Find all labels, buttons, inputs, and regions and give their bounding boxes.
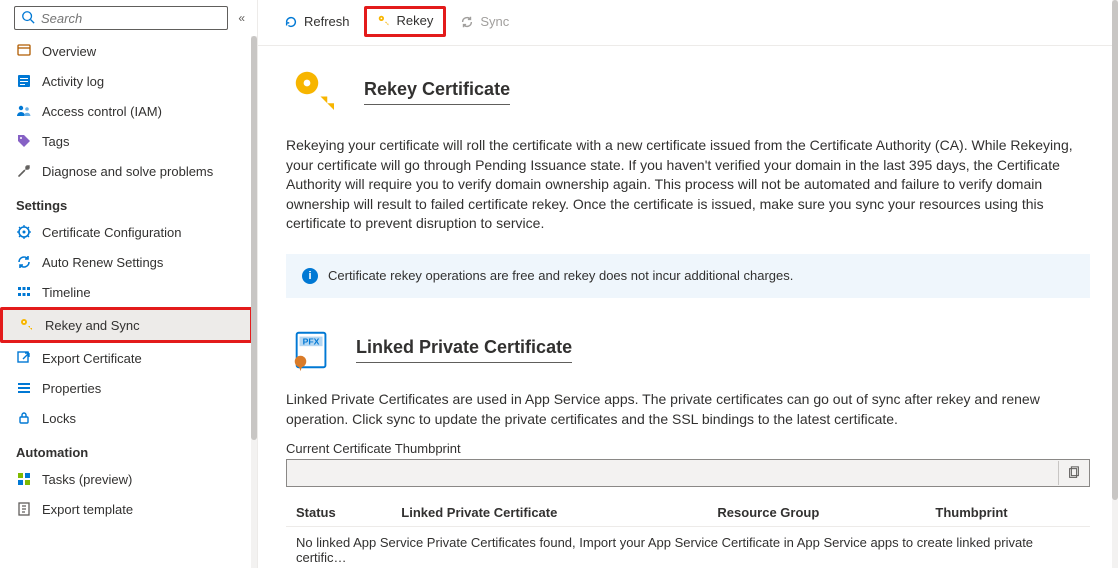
sidebar-item-timeline[interactable]: Timeline [0,277,253,307]
linked-cert-table: Status Linked Private Certificate Resour… [286,499,1090,568]
sidebar-section-settings: Settings [0,186,253,217]
sidebar-item-label: Auto Renew Settings [42,255,163,270]
diagnose-icon [16,163,32,179]
rekey-title: Rekey Certificate [364,79,510,105]
locks-icon [16,410,32,426]
sidebar: « Overview Activity log Access control (… [0,0,258,568]
key-icon [19,317,35,333]
toolbar: Refresh Rekey Sync [258,0,1118,46]
sidebar-item-auto-renew[interactable]: Auto Renew Settings [0,247,253,277]
sidebar-item-overview[interactable]: Overview [0,36,253,66]
pfx-badge-icon: PFX [286,324,338,376]
sidebar-item-label: Tasks (preview) [42,472,132,487]
activity-log-icon [16,73,32,89]
rekey-info-text: Certificate rekey operations are free an… [328,268,793,283]
rekey-section: Rekey Certificate Rekeying your certific… [286,62,1090,298]
sync-label: Sync [480,14,509,29]
sidebar-item-label: Diagnose and solve problems [42,164,213,179]
search-icon [21,10,35,27]
empty-state-text: No linked App Service Private Certificat… [286,527,1090,568]
sidebar-item-label: Tags [42,134,69,149]
rekey-button[interactable]: Rekey [364,6,447,37]
copy-thumbprint-button[interactable] [1058,461,1088,485]
sidebar-item-label: Overview [42,44,96,59]
export-icon [16,350,32,366]
refresh-label: Refresh [304,14,350,29]
sidebar-scrollbar[interactable] [251,36,257,568]
rekey-label: Rekey [397,13,434,28]
refresh-button[interactable]: Refresh [274,10,360,33]
overview-icon [16,43,32,59]
timeline-icon [16,284,32,300]
sidebar-item-label: Properties [42,381,101,396]
search-input[interactable] [41,11,221,26]
linked-title: Linked Private Certificate [356,337,572,363]
sidebar-item-label: Export Certificate [42,351,142,366]
cert-config-icon [16,224,32,240]
sidebar-item-label: Access control (IAM) [42,104,162,119]
export-template-icon [16,501,32,517]
access-control-icon [16,103,32,119]
thumbprint-field [286,459,1090,487]
sidebar-item-label: Certificate Configuration [42,225,181,240]
rekey-description: Rekeying your certificate will roll the … [286,136,1090,234]
sidebar-item-label: Export template [42,502,133,517]
sidebar-item-access-control[interactable]: Access control (IAM) [0,96,253,126]
key-icon [377,14,391,28]
linked-description: Linked Private Certificates are used in … [286,390,1090,429]
sidebar-item-export-template[interactable]: Export template [0,494,253,524]
sidebar-item-properties[interactable]: Properties [0,373,253,403]
properties-icon [16,380,32,396]
sidebar-item-label: Timeline [42,285,91,300]
col-resource-group: Resource Group [707,499,925,527]
col-linked-cert: Linked Private Certificate [391,499,707,527]
sidebar-section-automation: Automation [0,433,253,464]
key-large-icon [286,62,346,122]
sync-icon [460,15,474,29]
table-row: No linked App Service Private Certificat… [286,527,1090,568]
sidebar-item-export-certificate[interactable]: Export Certificate [0,343,253,373]
info-icon: i [302,268,318,284]
tags-icon [16,133,32,149]
sidebar-item-tasks[interactable]: Tasks (preview) [0,464,253,494]
sidebar-item-label: Activity log [42,74,104,89]
tasks-icon [16,471,32,487]
col-thumbprint: Thumbprint [925,499,1090,527]
linked-private-cert-section: PFX Linked Private Certificate Linked Pr… [286,324,1090,568]
thumbprint-label: Current Certificate Thumbprint [286,441,1090,456]
sidebar-item-label: Rekey and Sync [45,318,140,333]
search-box[interactable] [14,6,228,30]
sidebar-item-activity-log[interactable]: Activity log [0,66,253,96]
svg-text:PFX: PFX [303,336,320,346]
sidebar-item-cert-config[interactable]: Certificate Configuration [0,217,253,247]
main-scrollbar[interactable] [1112,0,1118,568]
refresh-icon [284,15,298,29]
sidebar-item-locks[interactable]: Locks [0,403,253,433]
sidebar-item-label: Locks [42,411,76,426]
sidebar-item-tags[interactable]: Tags [0,126,253,156]
auto-renew-icon [16,254,32,270]
collapse-sidebar-button[interactable]: « [234,11,249,25]
col-status: Status [286,499,391,527]
rekey-info-box: i Certificate rekey operations are free … [286,254,1090,298]
sidebar-item-rekey-sync[interactable]: Rekey and Sync [3,310,250,340]
main-panel: Refresh Rekey Sync Rekey Certificate Rek… [258,0,1118,568]
sidebar-item-diagnose[interactable]: Diagnose and solve problems [0,156,253,186]
sync-button: Sync [450,10,519,33]
